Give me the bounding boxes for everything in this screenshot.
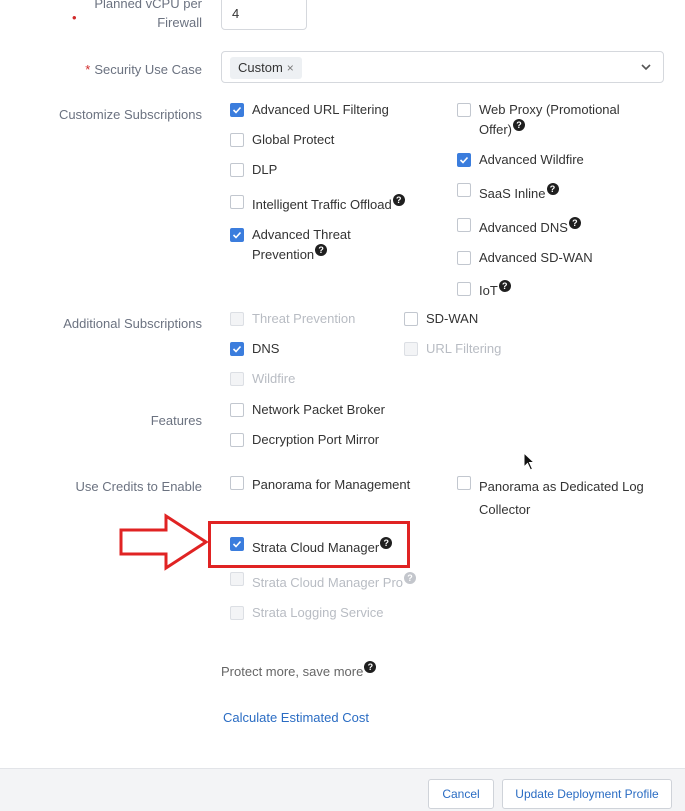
label-advanced-dns: Advanced DNS? bbox=[479, 217, 581, 237]
additional-subscriptions-label: Additional Subscriptions bbox=[63, 316, 202, 331]
update-deployment-profile-button[interactable]: Update Deployment Profile bbox=[502, 779, 672, 809]
label-panorama-management: Panorama for Management bbox=[252, 477, 411, 492]
checkbox-iot[interactable] bbox=[457, 282, 471, 296]
chip-remove-icon[interactable]: × bbox=[287, 61, 294, 75]
help-icon[interactable]: ? bbox=[392, 194, 405, 206]
checkbox-threat-prevention bbox=[230, 312, 244, 326]
checkbox-dlp[interactable] bbox=[230, 163, 244, 177]
label-url-filtering: URL Filtering bbox=[426, 341, 502, 356]
calculate-estimated-cost-link[interactable]: Calculate Estimated Cost bbox=[223, 710, 369, 725]
checkbox-advanced-url-filtering[interactable] bbox=[230, 103, 244, 117]
checkbox-web-proxy[interactable] bbox=[457, 103, 471, 117]
label-web-proxy: Web Proxy (Promotional Offer)? bbox=[479, 102, 620, 137]
checkbox-panorama-log-collector[interactable] bbox=[457, 476, 471, 490]
help-icon[interactable]: ? bbox=[315, 244, 328, 256]
label-global-protect: Global Protect bbox=[252, 132, 335, 147]
label-wildfire: Wildfire bbox=[252, 371, 296, 386]
label-strata-logging-service: Strata Logging Service bbox=[252, 605, 384, 620]
mouse-cursor-icon bbox=[523, 452, 536, 471]
help-icon[interactable]: ? bbox=[513, 119, 525, 131]
vcpu-input[interactable]: 4 bbox=[221, 0, 307, 30]
checkbox-global-protect[interactable] bbox=[230, 133, 244, 147]
cancel-button[interactable]: Cancel bbox=[428, 779, 494, 809]
label-saas-inline: SaaS Inline? bbox=[479, 183, 559, 203]
label-decryption-port-mirror: Decryption Port Mirror bbox=[252, 432, 380, 447]
checkbox-panorama-management[interactable] bbox=[230, 476, 244, 490]
features-label: Features bbox=[150, 413, 202, 428]
checkbox-sd-wan[interactable] bbox=[404, 312, 418, 326]
help-icon[interactable]: ? bbox=[546, 183, 559, 195]
checkbox-network-packet-broker[interactable] bbox=[230, 403, 244, 417]
label-panorama-log-collector: Panorama as Dedicated Log Collector bbox=[479, 479, 644, 517]
checkbox-advanced-wildfire[interactable] bbox=[457, 153, 471, 167]
vcpu-label: • Planned vCPU per Firewall bbox=[72, 0, 202, 30]
checkbox-dns[interactable] bbox=[230, 342, 244, 356]
label-advanced-url-filtering: Advanced URL Filtering bbox=[252, 102, 389, 117]
use-credits-label: Use Credits to Enable bbox=[75, 479, 202, 494]
label-strata-cloud-manager-pro: Strata Cloud Manager Pro? bbox=[252, 572, 417, 592]
label-threat-prevention: Threat Prevention bbox=[252, 311, 356, 326]
help-icon[interactable]: ? bbox=[364, 661, 377, 673]
security-use-case-label: * Security Use Case bbox=[85, 62, 202, 77]
label-iot: IoT? bbox=[479, 280, 511, 300]
checkbox-decryption-port-mirror[interactable] bbox=[230, 433, 244, 447]
label-advanced-sd-wan: Advanced SD-WAN bbox=[479, 250, 593, 265]
help-icon[interactable]: ? bbox=[498, 280, 511, 292]
footer-bar: Cancel Update Deployment Profile bbox=[0, 768, 685, 811]
label-intelligent-traffic-offload: Intelligent Traffic Offload? bbox=[252, 194, 405, 214]
checkbox-strata-logging-service bbox=[230, 606, 244, 620]
help-icon[interactable]: ? bbox=[568, 217, 581, 229]
protect-more-text: Protect more, save more? bbox=[221, 661, 377, 681]
checkbox-intelligent-traffic-offload[interactable] bbox=[230, 195, 244, 209]
checkbox-advanced-sd-wan[interactable] bbox=[457, 251, 471, 265]
checkbox-wildfire bbox=[230, 372, 244, 386]
chevron-down-icon[interactable] bbox=[639, 60, 653, 74]
help-icon[interactable]: ? bbox=[404, 572, 417, 584]
label-dlp: DLP bbox=[252, 162, 278, 177]
label-strata-cloud-manager: Strata Cloud Manager? bbox=[252, 537, 393, 557]
checkbox-advanced-threat-prevention[interactable] bbox=[230, 228, 244, 242]
customize-subscriptions-label: Customize Subscriptions bbox=[58, 107, 202, 122]
checkbox-strata-cloud-manager[interactable] bbox=[230, 537, 244, 551]
vcpu-value: 4 bbox=[232, 6, 240, 21]
label-dns: DNS bbox=[252, 341, 280, 356]
help-icon[interactable]: ? bbox=[380, 537, 393, 549]
security-use-case-select[interactable]: Custom × bbox=[221, 51, 664, 83]
custom-chip: Custom × bbox=[230, 57, 302, 79]
red-arrow-annotation bbox=[119, 513, 209, 571]
label-sd-wan: SD-WAN bbox=[426, 311, 479, 326]
checkbox-saas-inline[interactable] bbox=[457, 183, 471, 197]
label-advanced-wildfire: Advanced Wildfire bbox=[479, 152, 584, 167]
checkbox-strata-cloud-manager-pro bbox=[230, 572, 244, 586]
label-advanced-threat-prevention: Advanced Threat Prevention? bbox=[252, 227, 351, 262]
checkbox-url-filtering bbox=[404, 342, 418, 356]
label-network-packet-broker: Network Packet Broker bbox=[252, 402, 385, 417]
checkbox-advanced-dns[interactable] bbox=[457, 218, 471, 232]
